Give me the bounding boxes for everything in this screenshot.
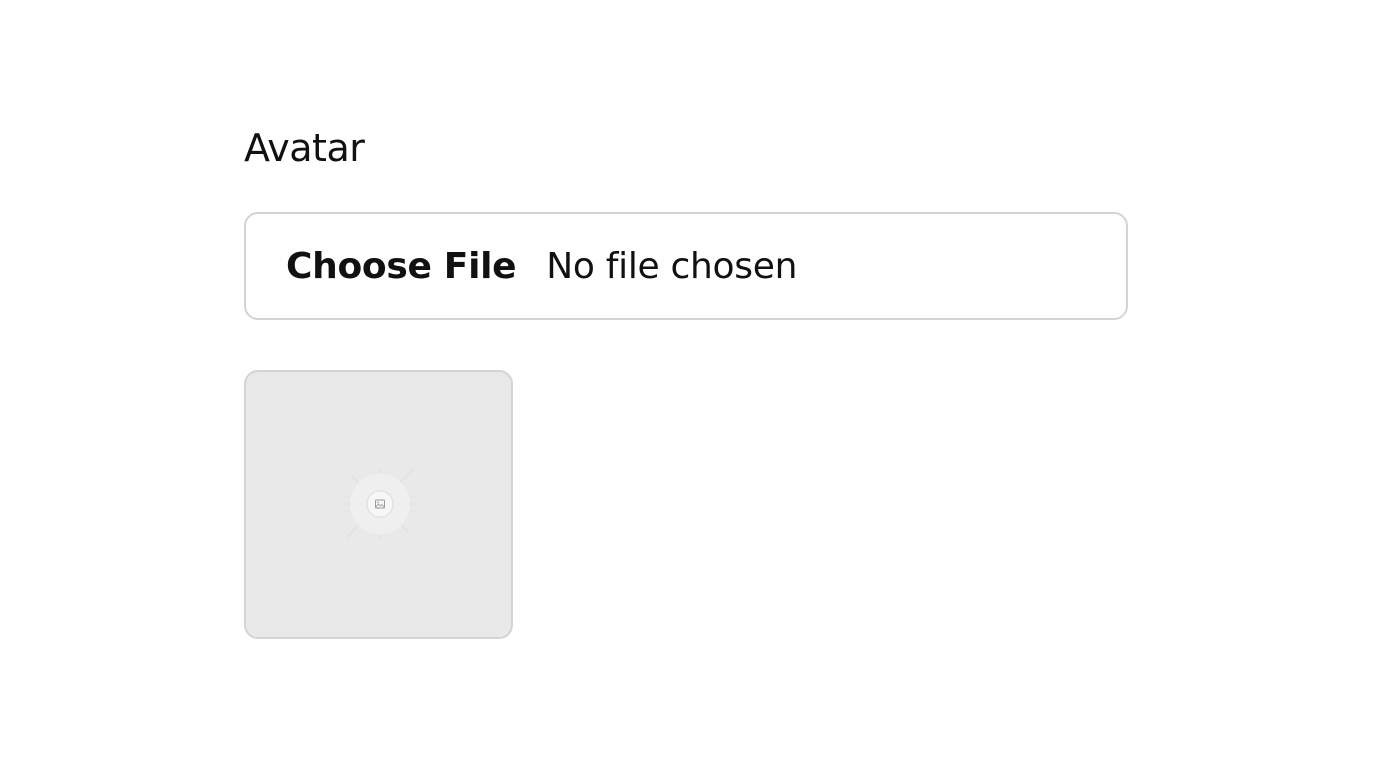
avatar-label: Avatar xyxy=(244,126,365,170)
image-placeholder-icon xyxy=(344,467,416,540)
choose-file-button[interactable]: Choose File xyxy=(286,246,517,287)
avatar-preview xyxy=(244,370,513,639)
avatar-file-input[interactable]: Choose File No file chosen xyxy=(244,212,1128,320)
avatar-form-group: Avatar Choose File No file chosen xyxy=(244,124,1132,639)
file-status-text: No file chosen xyxy=(546,245,798,287)
